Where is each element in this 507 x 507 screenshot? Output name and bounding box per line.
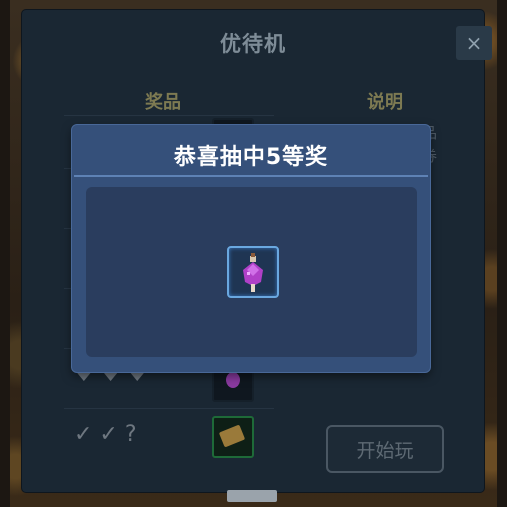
row-divider [64, 115, 274, 116]
background-left-edge [0, 0, 10, 507]
prize-slot [212, 416, 254, 458]
potion-icon [243, 253, 263, 292]
start-button[interactable]: 开始玩 [326, 425, 444, 473]
background-right-edge [497, 0, 507, 507]
row-divider [64, 408, 274, 409]
popup-title: 恭喜抽中5等奖 [173, 145, 329, 170]
popup-divider [74, 175, 428, 177]
description-column-header: 说明 [367, 92, 403, 113]
prize-column-header: 奖品 [145, 92, 181, 113]
row-symbols: ✓ ✓ ? [74, 422, 137, 447]
close-icon: × [465, 31, 483, 55]
bottom-handle [227, 490, 277, 502]
close-button[interactable]: × [456, 26, 492, 60]
window-title: 优待机 [220, 32, 286, 56]
prize-popup: 恭喜抽中5等奖 [72, 125, 430, 372]
popup-content [86, 187, 417, 357]
potion-icon [226, 372, 240, 388]
ticket-icon [218, 424, 246, 448]
prize-item-slot[interactable] [227, 246, 279, 298]
